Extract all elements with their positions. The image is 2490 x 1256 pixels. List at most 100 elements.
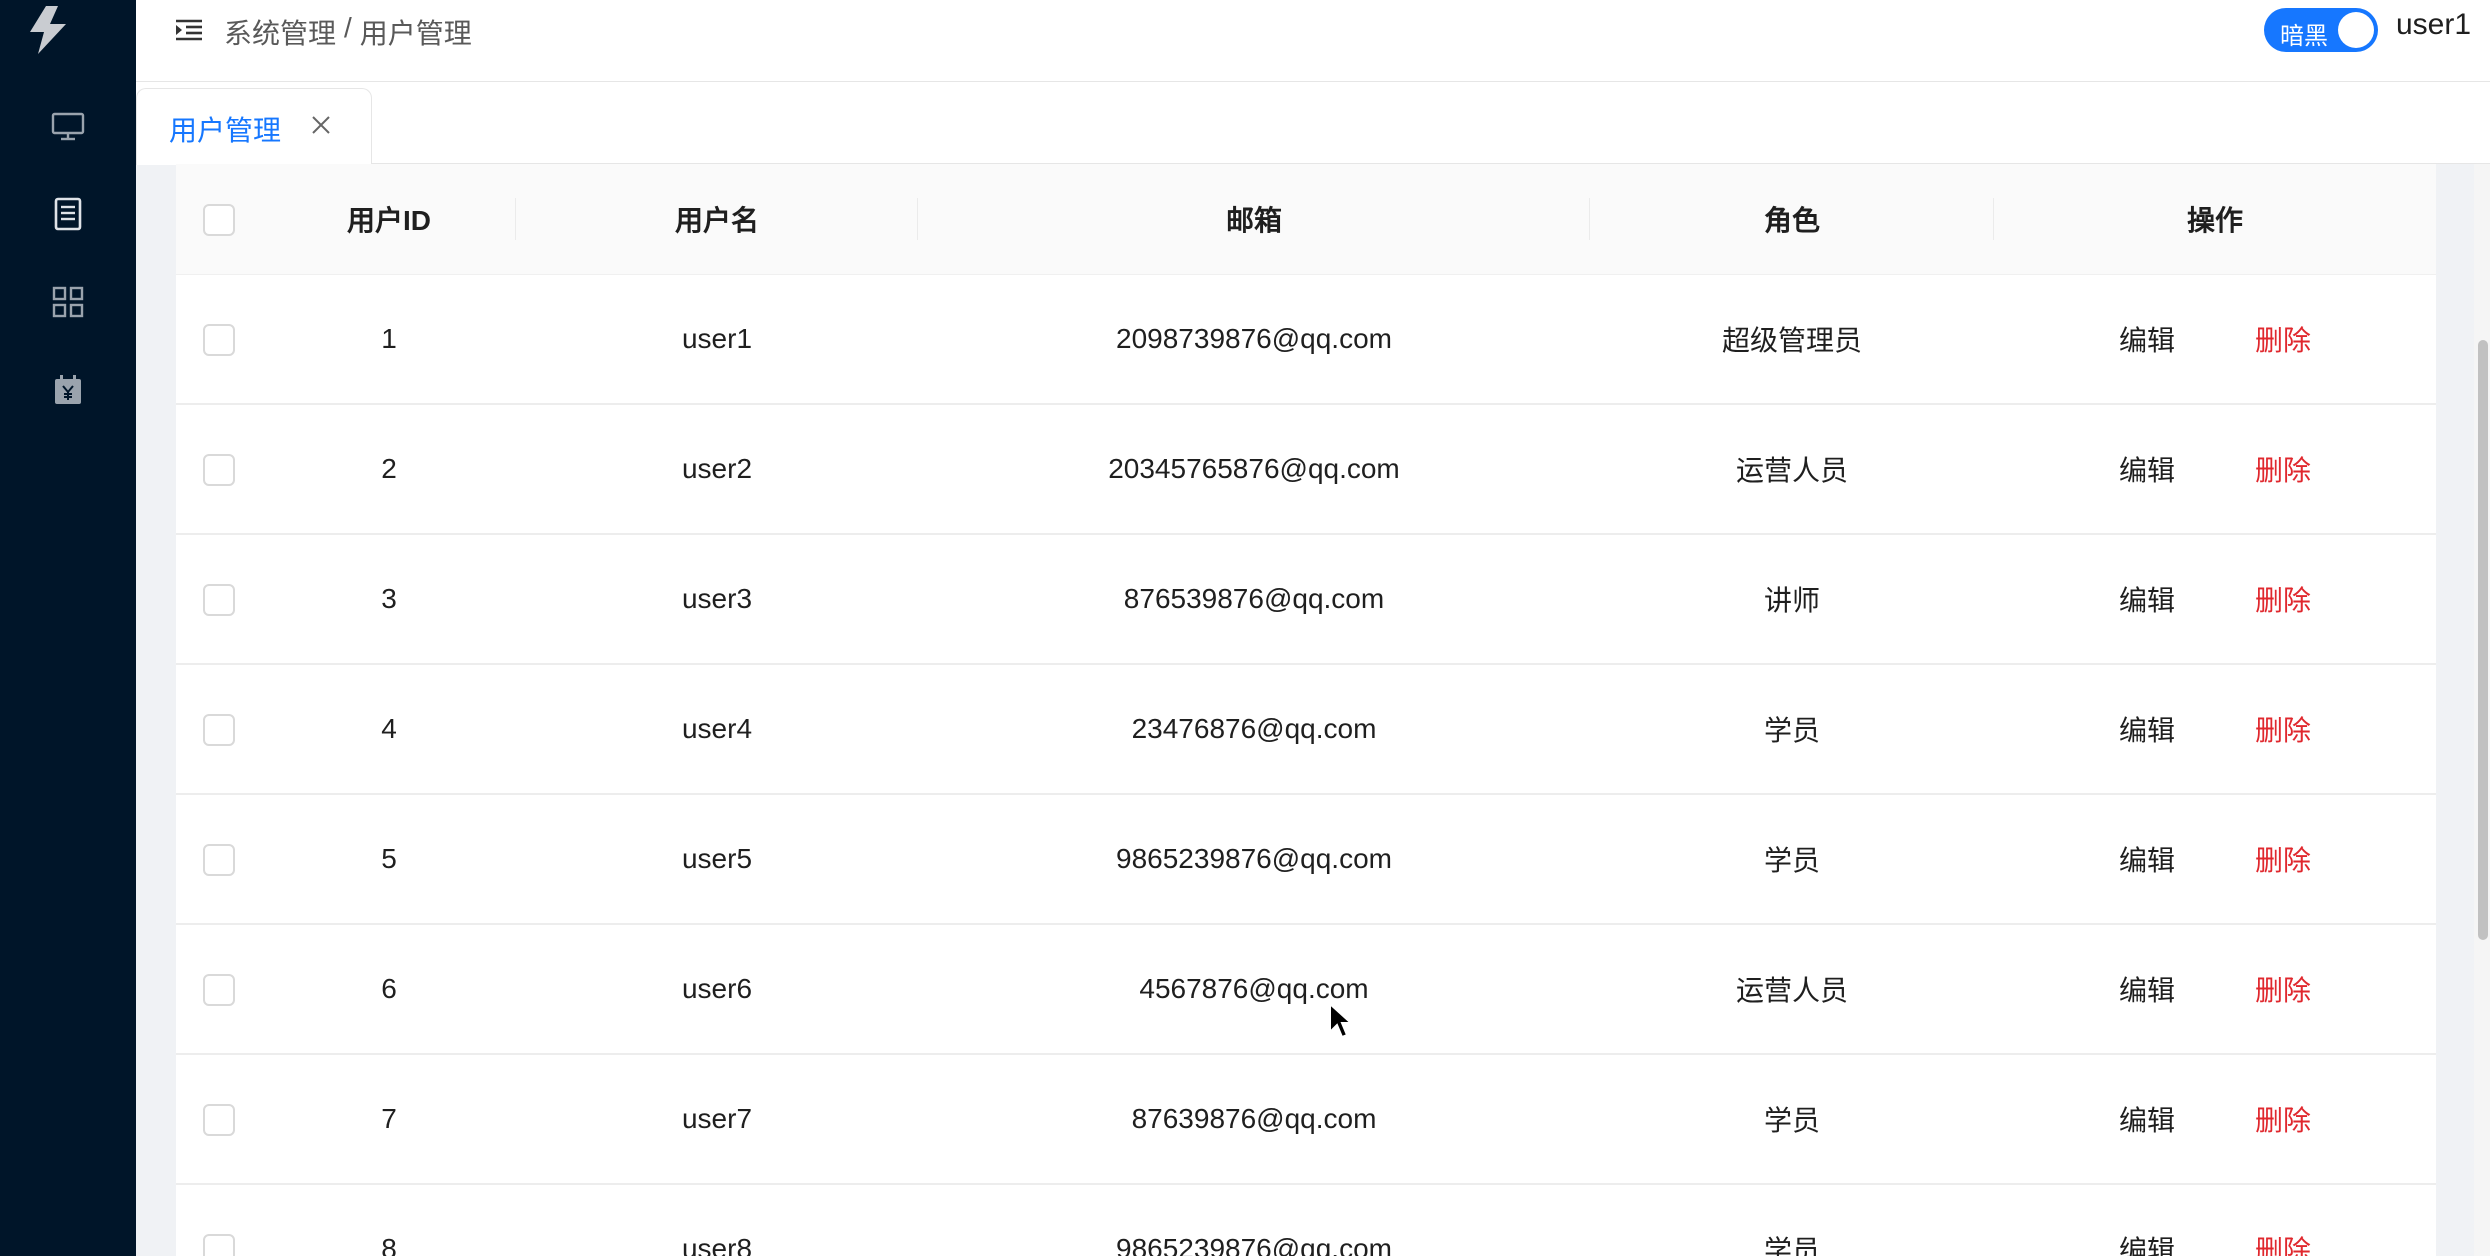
delete-button[interactable]: 删除 [2255,1099,2311,1139]
username-cell: user8 [516,1184,918,1256]
column-header-username: 用户名 [516,164,918,275]
sidebar-item-apps[interactable] [0,258,136,346]
delete-button[interactable]: 删除 [2255,709,2311,749]
user-id-cell: 4 [262,664,516,795]
delete-button[interactable]: 删除 [2255,839,2311,879]
delete-button[interactable]: 删除 [2255,449,2311,489]
email-cell: 4567876@qq.com [918,924,1590,1055]
user-id-cell: 8 [262,1184,516,1256]
row-select-cell [176,664,262,795]
username-cell: user5 [516,794,918,925]
username-cell: user6 [516,924,918,1055]
role-cell: 学员 [1590,794,1994,925]
table-row: 4 user4 23476876@qq.com 学员 编辑 删除 [176,664,2436,795]
actions-cell: 编辑 删除 [1994,404,2436,535]
email-cell: 20345765876@qq.com [918,404,1590,535]
role-cell: 学员 [1590,1184,1994,1256]
email-cell: 9865239876@qq.com [918,1184,1590,1256]
user-table: 用户ID 用户名 邮箱 角色 操作 1 user1 2098739876@qq.… [176,164,2436,1256]
edit-button[interactable]: 编辑 [2119,319,2175,359]
role-cell: 学员 [1590,664,1994,795]
table-row: 7 user7 87639876@qq.com 学员 编辑 删除 [176,1054,2436,1185]
row-actions: 编辑 删除 [1994,579,2436,619]
row-checkbox[interactable] [203,453,235,486]
row-actions: 编辑 删除 [1994,969,2436,1009]
user-id-cell: 3 [262,534,516,665]
role-cell: 超级管理员 [1590,274,1994,405]
close-icon[interactable] [309,113,333,137]
username-cell: user3 [516,534,918,665]
table-row: 8 user8 9865239876@qq.com 学员 编辑 删除 [176,1184,2436,1256]
row-select-cell [176,274,262,405]
row-select-cell [176,404,262,535]
actions-cell: 编辑 删除 [1994,1184,2436,1256]
row-checkbox[interactable] [203,1233,235,1256]
delete-button[interactable]: 删除 [2255,969,2311,1009]
role-cell: 运营人员 [1590,404,1994,535]
table-row: 5 user5 9865239876@qq.com 学员 编辑 删除 [176,794,2436,925]
actions-cell: 编辑 删除 [1994,534,2436,665]
calendar-yen-icon [55,375,81,404]
email-cell: 2098739876@qq.com [918,274,1590,405]
row-actions: 编辑 删除 [1994,319,2436,359]
row-checkbox[interactable] [203,973,235,1006]
role-cell: 讲师 [1590,534,1994,665]
delete-button[interactable]: 删除 [2255,1229,2311,1256]
row-select-cell [176,1184,262,1256]
vertical-scrollbar-thumb[interactable] [2478,340,2488,940]
dark-mode-toggle[interactable]: 暗黑 [2264,8,2378,52]
sidebar-item-dashboard[interactable] [0,82,136,170]
username-cell: user4 [516,664,918,795]
row-select-cell [176,794,262,925]
edit-button[interactable]: 编辑 [2119,1229,2175,1256]
menu-fold-icon[interactable] [174,16,204,44]
breadcrumb-separator: / [344,12,352,43]
delete-button[interactable]: 删除 [2255,579,2311,619]
user-table-container: 用户ID 用户名 邮箱 角色 操作 1 user1 2098739876@qq.… [176,164,2436,1256]
row-actions: 编辑 删除 [1994,449,2436,489]
current-username[interactable]: user1 [2396,8,2471,42]
tab-user-management[interactable]: 用户管理 [136,88,372,165]
column-header-actions: 操作 [1994,164,2436,275]
actions-cell: 编辑 删除 [1994,664,2436,795]
app-root: 系统管理 / 用户管理 暗黑 user1 用户管理 用户ID 用户名 邮箱 角色… [0,0,2490,1256]
user-id-cell: 1 [262,274,516,405]
select-all-checkbox[interactable] [203,203,235,236]
toggle-knob [2338,12,2374,48]
row-checkbox[interactable] [203,1103,235,1136]
actions-cell: 编辑 删除 [1994,1054,2436,1185]
edit-button[interactable]: 编辑 [2119,969,2175,1009]
row-actions: 编辑 删除 [1994,1099,2436,1139]
row-checkbox[interactable] [203,713,235,746]
user-id-cell: 6 [262,924,516,1055]
email-cell: 23476876@qq.com [918,664,1590,795]
edit-button[interactable]: 编辑 [2119,1099,2175,1139]
mouse-pointer-icon [1329,1002,1352,1039]
tab-bar: 用户管理 [136,82,2490,165]
sidebar [0,0,136,1256]
email-cell: 87639876@qq.com [918,1054,1590,1185]
edit-button[interactable]: 编辑 [2119,579,2175,619]
sidebar-item-finance[interactable] [0,346,136,434]
row-checkbox[interactable] [203,323,235,356]
column-header-role: 角色 [1590,164,1994,275]
table-header-row: 用户ID 用户名 邮箱 角色 操作 [176,164,2436,275]
row-select-cell [176,1054,262,1185]
edit-button[interactable]: 编辑 [2119,839,2175,879]
row-checkbox[interactable] [203,583,235,616]
column-header-id: 用户ID [262,164,516,275]
row-select-cell [176,924,262,1055]
table-row: 1 user1 2098739876@qq.com 超级管理员 编辑 删除 [176,274,2436,405]
delete-button[interactable]: 删除 [2255,319,2311,359]
actions-cell: 编辑 删除 [1994,924,2436,1055]
breadcrumb-item-system[interactable]: 系统管理 [224,12,336,52]
row-checkbox[interactable] [203,843,235,876]
edit-button[interactable]: 编辑 [2119,449,2175,489]
username-cell: user7 [516,1054,918,1185]
header-select-all [176,164,262,275]
edit-button[interactable]: 编辑 [2119,709,2175,749]
username-cell: user1 [516,274,918,405]
apps-grid-icon [52,286,84,318]
sidebar-item-documents[interactable] [0,170,136,258]
role-cell: 运营人员 [1590,924,1994,1055]
